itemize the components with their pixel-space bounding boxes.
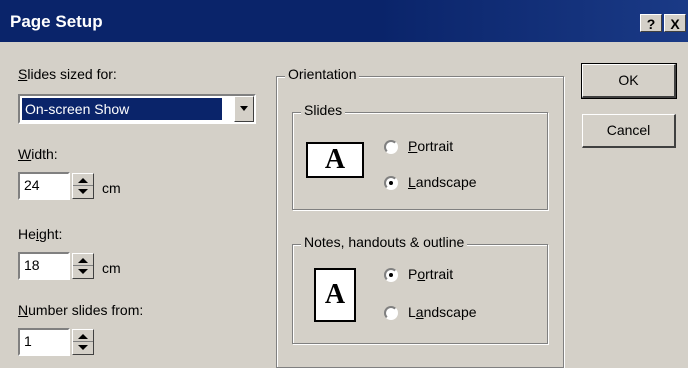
number-slides-from-spinner[interactable] — [72, 329, 94, 355]
slides-portrait-label[interactable]: Portrait — [408, 138, 453, 154]
width-input[interactable]: 24 — [18, 172, 70, 200]
notes-landscape-radio[interactable] — [384, 306, 398, 320]
portrait-page-icon: A — [314, 268, 356, 322]
cancel-button[interactable]: Cancel — [582, 114, 676, 148]
window-title: Page Setup — [10, 12, 103, 31]
height-label: Height: — [18, 226, 63, 242]
height-spinner[interactable] — [72, 253, 94, 279]
height-unit: cm — [102, 260, 121, 276]
notes-portrait-label[interactable]: Portrait — [408, 266, 453, 282]
slides-sized-for-combo[interactable]: On-screen Show — [18, 94, 256, 124]
width-spinner[interactable] — [72, 173, 94, 199]
slides-landscape-label[interactable]: Landscape — [408, 174, 477, 190]
width-unit: cm — [102, 180, 121, 196]
slides-portrait-radio[interactable] — [384, 140, 398, 154]
help-button[interactable]: ? — [640, 14, 662, 32]
ok-button[interactable]: OK — [581, 63, 677, 99]
slides-landscape-radio[interactable] — [384, 176, 398, 190]
close-button[interactable]: X — [664, 14, 686, 32]
notes-portrait-radio[interactable] — [384, 268, 398, 282]
chevron-down-icon[interactable] — [234, 96, 254, 122]
number-slides-from-input[interactable]: 1 — [18, 328, 70, 356]
width-label: Width: — [18, 146, 58, 162]
notes-landscape-label[interactable]: Landscape — [408, 304, 477, 320]
slides-group-label: Slides — [301, 102, 346, 118]
height-input[interactable]: 18 — [18, 252, 70, 280]
orientation-label: Orientation — [285, 66, 360, 82]
combo-selected-value: On-screen Show — [22, 98, 222, 120]
number-slides-from-label: Number slides from: — [18, 302, 144, 318]
notes-group-label: Notes, handouts & outline — [301, 234, 468, 250]
slides-sized-for-label: Slides sized for: — [18, 66, 117, 82]
landscape-page-icon: A — [306, 142, 364, 178]
title-bar: Page Setup ? X — [0, 0, 688, 42]
